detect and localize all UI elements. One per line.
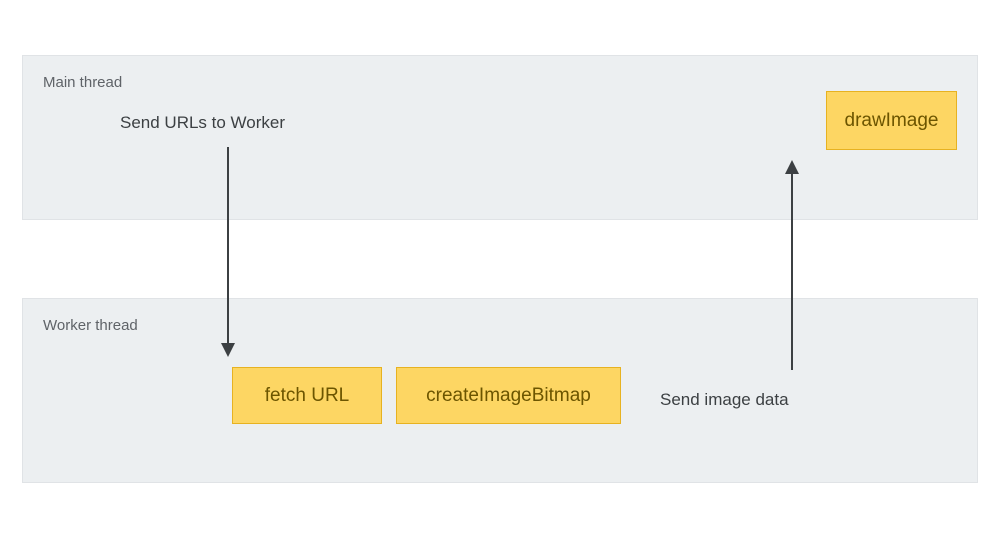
send-urls-label: Send URLs to Worker [120, 113, 285, 133]
drawimage-box: drawImage [826, 91, 957, 150]
fetchurl-box: fetch URL [232, 367, 382, 424]
send-image-data-label: Send image data [660, 390, 789, 410]
main-thread-label: Main thread [43, 74, 122, 91]
arrow-down-icon [218, 147, 238, 357]
createimagebitmap-box: createImageBitmap [396, 367, 621, 424]
worker-thread-label: Worker thread [43, 317, 138, 334]
arrow-up-icon [782, 160, 802, 370]
